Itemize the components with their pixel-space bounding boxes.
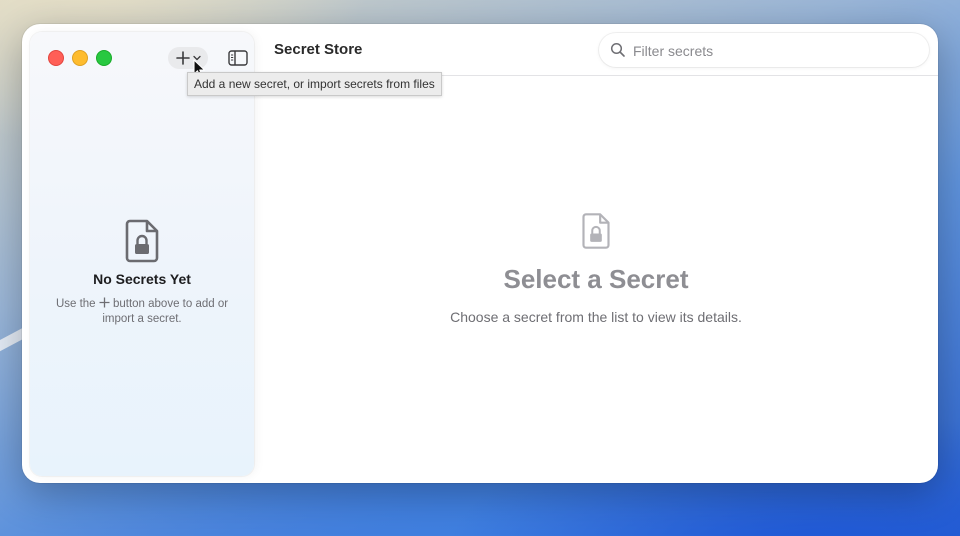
minimize-window-button[interactable] bbox=[72, 50, 88, 66]
close-window-button[interactable] bbox=[48, 50, 64, 66]
plus-icon bbox=[175, 51, 190, 65]
sidebar-empty-text-end: button above to add or import a secret. bbox=[102, 298, 229, 325]
detail-empty-title: Select a Secret bbox=[503, 264, 689, 294]
app-window: Secret Store No Secrets Yet Use the butt… bbox=[22, 24, 938, 483]
sidebar-icon[interactable] bbox=[228, 49, 248, 67]
sidebar-empty-text-start: Use the bbox=[55, 298, 99, 310]
search-field[interactable] bbox=[599, 33, 929, 69]
window-title: Secret Store bbox=[274, 41, 363, 58]
plus-icon bbox=[99, 297, 110, 308]
sidebar-empty-title: No Secrets Yet bbox=[93, 271, 191, 287]
magnifier-icon bbox=[610, 42, 625, 57]
detail-empty-state: Select a Secret Choose a secret from the… bbox=[254, 212, 938, 325]
locked-document-icon bbox=[582, 213, 610, 249]
search-input[interactable] bbox=[631, 33, 915, 69]
maximize-window-button[interactable] bbox=[96, 50, 112, 66]
sidebar-empty-state: No Secrets Yet Use the button above to a… bbox=[30, 219, 254, 327]
add-button-tooltip: Add a new secret, or import secrets from… bbox=[187, 72, 442, 96]
desktop-background: Secret Store No Secrets Yet Use the butt… bbox=[0, 0, 960, 536]
detail-empty-text: Choose a secret from the list to view it… bbox=[450, 309, 742, 325]
locked-document-icon bbox=[125, 219, 159, 263]
sidebar-empty-text: Use the button above to add or import a … bbox=[30, 297, 254, 327]
